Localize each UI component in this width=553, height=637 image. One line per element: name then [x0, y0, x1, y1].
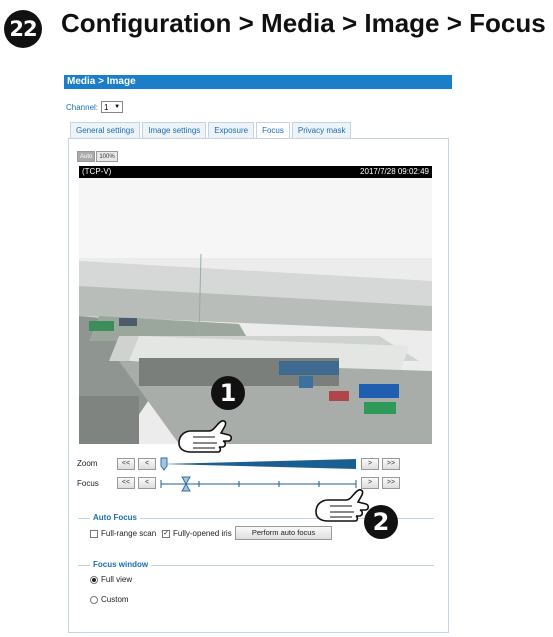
- panel-title: Media > Image: [64, 75, 452, 89]
- camera-scene-image: [79, 178, 432, 444]
- view-toggle: Auto 100%: [77, 151, 118, 162]
- fully-opened-iris-option[interactable]: ✓ Fully-opened iris: [162, 529, 232, 538]
- full-view-option[interactable]: Full view: [90, 575, 132, 584]
- media-image-panel: Media > Image Channel: 1 ▼ General setti…: [64, 75, 452, 635]
- zoom-track-fill: [161, 459, 356, 469]
- live-video-view[interactable]: (TCP-V) 2017/7/28 09:02:49: [79, 166, 432, 444]
- focus-near-fast-button[interactable]: <<: [117, 477, 135, 489]
- zoom-wide-button[interactable]: <: [138, 458, 156, 470]
- full-view-radio[interactable]: [90, 575, 98, 584]
- auto-focus-legend: Auto Focus: [90, 513, 140, 522]
- view-auto-button[interactable]: Auto: [77, 151, 96, 162]
- video-timestamp: 2017/7/28 09:02:49: [360, 167, 429, 176]
- full-range-scan-checkbox[interactable]: [90, 529, 98, 538]
- channel-label: Channel:: [66, 102, 99, 112]
- channel-row: Channel: 1 ▼: [66, 101, 124, 113]
- zoom-slider[interactable]: [159, 455, 359, 473]
- tab-exposure[interactable]: Exposure: [208, 122, 255, 138]
- zoom-slider-handle[interactable]: [160, 457, 168, 471]
- custom-option[interactable]: Custom: [90, 595, 129, 604]
- channel-value: 1: [104, 102, 109, 112]
- step-number-badge: 22: [4, 10, 42, 48]
- zoom-tele-fast-button[interactable]: >>: [382, 458, 400, 470]
- focus-far-fast-button[interactable]: >>: [382, 477, 400, 489]
- tab-focus[interactable]: Focus: [256, 122, 290, 138]
- zoom-label: Zoom: [77, 459, 98, 468]
- full-range-scan-option[interactable]: Full-range scan: [90, 529, 156, 538]
- chevron-down-icon: ▼: [114, 104, 121, 110]
- focus-near-button[interactable]: <: [138, 477, 156, 489]
- full-view-label: Full view: [101, 575, 133, 584]
- tab-bar: General settings Image settings Exposure…: [70, 122, 352, 138]
- perform-auto-focus-button[interactable]: Perform auto focus: [235, 526, 332, 540]
- fully-opened-iris-label: Fully-opened iris: [173, 529, 232, 538]
- tab-image-settings[interactable]: Image settings: [142, 122, 207, 138]
- page-heading: Configuration > Media > Image > Focus: [61, 8, 546, 38]
- view-100-button[interactable]: 100%: [96, 151, 118, 162]
- zoom-wide-fast-button[interactable]: <<: [117, 458, 135, 470]
- tab-privacy-mask[interactable]: Privacy mask: [291, 122, 352, 138]
- custom-radio[interactable]: [90, 595, 98, 604]
- zoom-tele-button[interactable]: >: [361, 458, 379, 470]
- full-range-scan-label: Full-range scan: [101, 529, 157, 538]
- channel-select[interactable]: 1 ▼: [101, 101, 124, 113]
- custom-label: Custom: [101, 595, 129, 604]
- pointing-hand-icon: [178, 420, 233, 453]
- pointing-hand-icon-2: [315, 489, 370, 522]
- fully-opened-iris-checkbox[interactable]: ✓: [162, 529, 170, 538]
- stream-label: (TCP-V): [82, 167, 112, 176]
- tab-general-settings[interactable]: General settings: [70, 122, 141, 138]
- focus-label: Focus: [77, 479, 99, 488]
- callout-2-badge: 2: [364, 505, 398, 539]
- video-header: (TCP-V) 2017/7/28 09:02:49: [79, 166, 432, 178]
- callout-1-badge: 1: [211, 376, 245, 410]
- focus-window-legend: Focus window: [90, 560, 152, 569]
